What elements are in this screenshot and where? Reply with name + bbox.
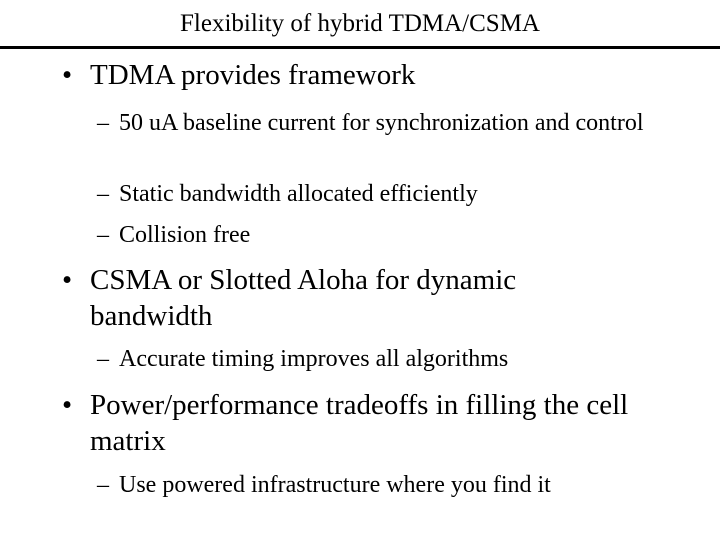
sub-bullet-text: Accurate timing improves all algorithms	[119, 346, 509, 372]
sub-bullet-text: Static bandwidth allocated efficiently	[119, 181, 478, 207]
sub-bullet-text: 50 uA baseline current for synchronizati…	[119, 110, 644, 136]
bullet-item: • CSMA or Slotted Aloha for dynamic band…	[62, 262, 570, 334]
sub-bullet-text: Collision free	[119, 222, 251, 248]
dash-icon: –	[97, 110, 109, 136]
bullet-icon: •	[62, 264, 73, 296]
dash-icon: –	[97, 346, 109, 372]
bullet-item: • TDMA provides framework	[62, 57, 690, 93]
dash-icon: –	[97, 222, 109, 248]
bullet-icon: •	[62, 389, 73, 421]
sub-bullet-item: – 50 uA baseline current for synchroniza…	[97, 110, 679, 137]
sub-bullet-item: – Accurate timing improves all algorithm…	[97, 346, 679, 373]
dash-icon: –	[97, 472, 109, 498]
bullet-icon: •	[62, 59, 73, 91]
sub-bullet-item: – Use powered infrastructure where you f…	[97, 472, 679, 499]
slide-title: Flexibility of hybrid TDMA/CSMA	[180, 10, 540, 37]
sub-bullet-text: Use powered infrastructure where you fin…	[119, 472, 551, 498]
bullet-text: CSMA or Slotted Aloha for dynamic bandwi…	[90, 264, 517, 332]
bullet-text: Power/performance tradeoffs in filling t…	[90, 389, 629, 457]
bullet-item: • Power/performance tradeoffs in filling…	[62, 387, 650, 459]
dash-icon: –	[97, 181, 109, 207]
bullet-text: TDMA provides framework	[90, 59, 416, 91]
sub-bullet-item: – Static bandwidth allocated efficiently	[97, 181, 679, 208]
sub-bullet-item: – Collision free	[97, 222, 679, 249]
title-rule	[0, 46, 720, 49]
